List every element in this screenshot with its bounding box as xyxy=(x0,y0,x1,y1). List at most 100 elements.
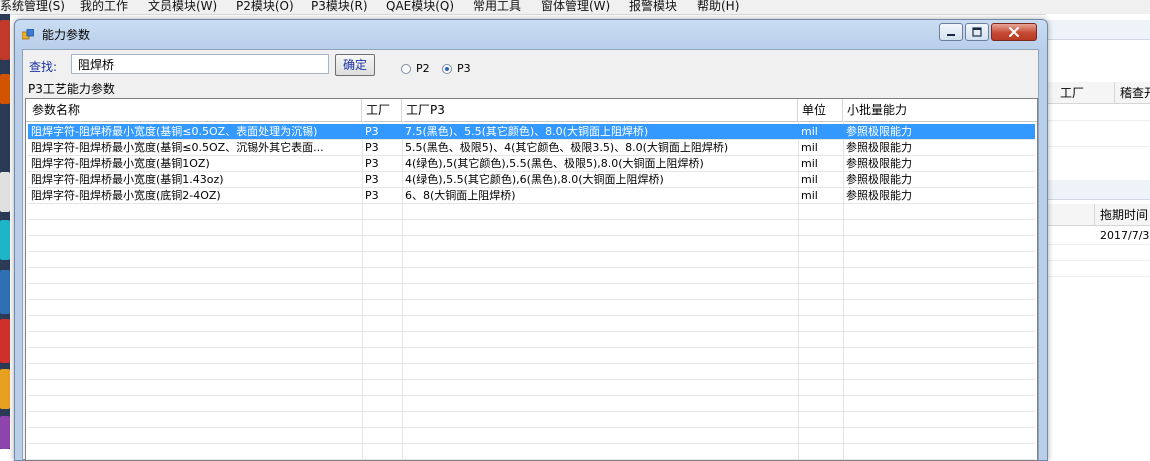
capability-grid[interactable]: 参数名称 工厂 工厂P3 单位 小批量能力 阻焊字符-阻焊桥最小宽度(基铜≤0.… xyxy=(25,98,1038,461)
tool-button[interactable] xyxy=(0,74,10,104)
cell-factory: P3 xyxy=(365,189,379,202)
cell-small-batch: 参照极限能力 xyxy=(846,141,912,154)
cell-small-batch: 参照极限能力 xyxy=(846,157,912,170)
cell-small-batch: 参照极限能力 xyxy=(846,189,912,202)
cell-param-name: 阻焊字符-阻焊桥最小宽度(基铜≤0.5OZ、表面处理为沉锡) xyxy=(31,125,318,138)
table-row[interactable]: 阻焊字符-阻焊桥最小宽度(基铜≤0.5OZ、沉锡外其它表面... P3 5.5(… xyxy=(28,140,1035,156)
tool-button[interactable] xyxy=(0,319,10,363)
menu-window[interactable]: 窗体管理(W) xyxy=(541,0,610,14)
background-col-deadline: 拖期时间 xyxy=(1100,208,1149,222)
side-toolbar xyxy=(0,14,10,449)
menu-p2[interactable]: P2模块(O) xyxy=(236,0,294,14)
cell-factory-p3: 4(绿色),5.5(其它颜色),6(黑色),8.0(大铜面上阻焊桥) xyxy=(405,173,664,186)
menu-p3[interactable]: P3模块(R) xyxy=(311,0,368,14)
radio-p3-dot[interactable] xyxy=(442,63,452,74)
dialog-client-area: 查找: 确定 P2 P3 P3工艺能力参数 参数名称 工厂 工厂P3 单位 小批… xyxy=(22,49,1039,461)
cell-factory: P3 xyxy=(365,157,379,170)
app-window-icon xyxy=(22,29,34,40)
cell-factory-p3: 7.5(黑色)、5.5(其它颜色)、8.0(大铜面上阻焊桥) xyxy=(405,125,649,138)
empty-row xyxy=(28,332,1035,348)
table-row[interactable]: 阻焊字符-阻焊桥最小宽度(基铜1OZ) P3 4(绿色),5(其它颜色),5.5… xyxy=(28,156,1035,172)
col-header-factory[interactable]: 工厂 xyxy=(362,99,402,121)
table-row[interactable]: 阻焊字符-阻焊桥最小宽度(基铜1.43oz) P3 4(绿色),5.5(其它颜色… xyxy=(28,172,1035,188)
table-row[interactable]: 阻焊字符-阻焊桥最小宽度(基铜≤0.5OZ、表面处理为沉锡) P3 7.5(黑色… xyxy=(28,124,1035,140)
menu-my-work[interactable]: 我的工作 xyxy=(80,0,128,14)
find-input[interactable] xyxy=(71,54,329,74)
tool-button[interactable] xyxy=(0,369,10,409)
confirm-button[interactable]: 确定 xyxy=(335,54,375,76)
menu-system[interactable]: 系统管理(S) xyxy=(0,0,65,14)
cell-factory: P3 xyxy=(365,125,379,138)
menu-clerk[interactable]: 文员模块(W) xyxy=(148,0,217,14)
background-col-audit: 稽查开 xyxy=(1120,86,1150,100)
radio-p2-dot[interactable] xyxy=(401,63,411,74)
empty-row xyxy=(28,316,1035,332)
cell-param-name: 阻焊字符-阻焊桥最小宽度(基铜1OZ) xyxy=(31,157,210,170)
tool-button[interactable] xyxy=(0,416,10,449)
empty-row xyxy=(28,252,1035,268)
empty-row xyxy=(28,412,1035,428)
menu-help[interactable]: 帮助(H) xyxy=(697,0,739,14)
cell-unit: mil xyxy=(801,141,818,154)
cell-unit: mil xyxy=(801,173,818,186)
col-header-factory-p3[interactable]: 工厂P3 xyxy=(402,99,798,121)
empty-row xyxy=(28,396,1035,412)
background-grid2-header: 拖期时间 xyxy=(1046,204,1150,226)
empty-row xyxy=(28,364,1035,380)
empty-row xyxy=(28,268,1035,284)
cell-param-name: 阻焊字符-阻焊桥最小宽度(底铜2-4OZ) xyxy=(31,189,221,202)
col-header-param-name[interactable]: 参数名称 xyxy=(28,99,362,121)
radio-p3[interactable]: P3 xyxy=(442,62,471,75)
cell-unit: mil xyxy=(801,125,818,138)
empty-row xyxy=(28,380,1035,396)
cell-factory-p3: 6、8(大铜面上阻焊桥) xyxy=(405,189,516,202)
close-button[interactable] xyxy=(991,23,1037,41)
background-toolbar xyxy=(1046,20,1150,40)
find-label: 查找: xyxy=(29,60,58,74)
dialog-titlebar[interactable]: 能力参数 xyxy=(15,20,1047,49)
close-icon xyxy=(1009,27,1019,37)
cell-factory-p3: 5.5(黑色、极限5)、4(其它颜色、极限3.5)、8.0(大铜面上阻焊桥) xyxy=(405,141,729,154)
empty-row xyxy=(28,428,1035,444)
tool-button[interactable] xyxy=(0,20,10,60)
table-row[interactable]: 阻焊字符-阻焊桥最小宽度(底铜2-4OZ) P3 6、8(大铜面上阻焊桥) mi… xyxy=(28,188,1035,204)
grid-header: 参数名称 工厂 工厂P3 单位 小批量能力 xyxy=(26,99,1037,122)
radio-p2[interactable]: P2 xyxy=(401,62,430,75)
cell-factory-p3: 4(绿色),5(其它颜色),5.5(黑色、极限5),8.0(大铜面上阻焊桥) xyxy=(405,157,704,170)
background-grid-header: 工厂 稽查开 xyxy=(1046,82,1150,104)
cell-unit: mil xyxy=(801,157,818,170)
cell-factory: P3 xyxy=(365,173,379,186)
menu-qae[interactable]: QAE模块(Q) xyxy=(386,0,454,14)
radio-p2-label: P2 xyxy=(416,62,430,75)
empty-row xyxy=(28,444,1035,460)
minimize-button[interactable] xyxy=(939,23,963,41)
minimize-icon xyxy=(947,34,955,36)
tool-button[interactable] xyxy=(0,270,10,314)
empty-row xyxy=(28,236,1035,252)
menu-tools[interactable]: 常用工具 xyxy=(473,0,521,14)
menu-alarm[interactable]: 报警模块 xyxy=(629,0,677,14)
maximize-icon xyxy=(972,27,982,37)
cell-unit: mil xyxy=(801,189,818,202)
radio-p3-label: P3 xyxy=(457,62,471,75)
empty-row xyxy=(28,300,1035,316)
cell-small-batch: 参照极限能力 xyxy=(846,125,912,138)
section-label: P3工艺能力参数 xyxy=(28,82,115,96)
tool-button[interactable] xyxy=(0,220,10,260)
empty-row xyxy=(28,220,1035,236)
dialog-title: 能力参数 xyxy=(42,28,91,42)
tool-button[interactable] xyxy=(0,172,10,212)
cell-small-batch: 参照极限能力 xyxy=(846,173,912,186)
main-menubar: 系统管理(S) 我的工作 文员模块(W) P2模块(O) P3模块(R) QAE… xyxy=(0,0,1150,15)
background-deadline-value: 2017/7/3 xyxy=(1100,229,1150,242)
col-header-small-batch[interactable]: 小批量能力 xyxy=(843,99,1037,121)
cell-factory: P3 xyxy=(365,141,379,154)
empty-row xyxy=(28,284,1035,300)
empty-row xyxy=(28,348,1035,364)
background-tabstrip xyxy=(1046,180,1150,200)
cell-param-name: 阻焊字符-阻焊桥最小宽度(基铜≤0.5OZ、沉锡外其它表面... xyxy=(31,141,324,154)
col-header-unit[interactable]: 单位 xyxy=(798,99,843,121)
capability-dialog: 能力参数 查找: 确定 P2 P3 P xyxy=(14,19,1048,461)
maximize-button[interactable] xyxy=(965,23,989,41)
cell-param-name: 阻焊字符-阻焊桥最小宽度(基铜1.43oz) xyxy=(31,173,224,186)
